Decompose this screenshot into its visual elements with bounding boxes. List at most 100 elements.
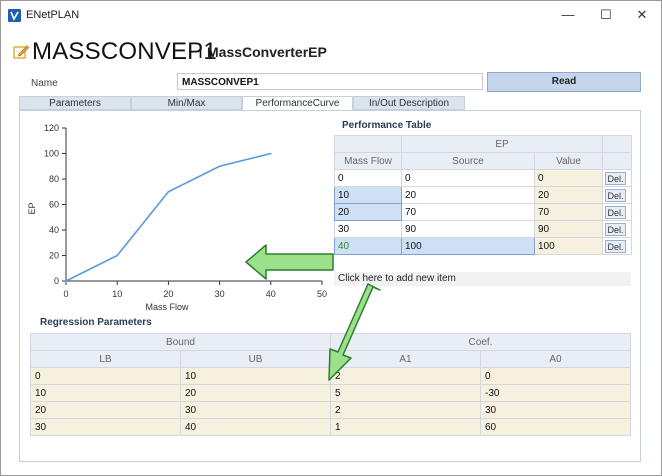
table-row: 40 100 100 Del. <box>334 237 632 255</box>
delete-row-button[interactable]: Del. <box>605 171 626 185</box>
x-tick-label: 0 <box>63 289 68 299</box>
table-row: 30 90 90 Del. <box>334 220 632 238</box>
x-tick-label: 10 <box>112 289 122 299</box>
column-header-ub[interactable]: UB <box>180 350 331 368</box>
value-cell: 0 <box>534 169 603 187</box>
corner-header <box>334 135 402 153</box>
bound-group-header: Bound <box>30 333 331 351</box>
regression-title: Regression Parameters <box>40 317 152 328</box>
x-tick-label: 40 <box>266 289 276 299</box>
mass-flow-cell[interactable]: 0 <box>334 169 402 187</box>
mass-flow-cell[interactable]: 30 <box>334 220 402 238</box>
value-cell: 90 <box>534 220 603 238</box>
lb-cell: 10 <box>30 384 181 402</box>
regression-table: Bound Coef. LB UB A1 A0 0 10 2 0 10 20 5… <box>30 333 631 436</box>
column-header-lb[interactable]: LB <box>30 350 181 368</box>
value-cell: 70 <box>534 203 603 221</box>
tab-performance-curve[interactable]: PerformanceCurve <box>242 96 353 110</box>
y-tick-label: 40 <box>49 225 59 235</box>
column-header-action <box>602 152 632 170</box>
a0-cell: -30 <box>480 384 631 402</box>
tab-parameters[interactable]: Parameters <box>19 96 131 110</box>
delete-row-button[interactable]: Del. <box>605 239 626 253</box>
delete-row-button[interactable]: Del. <box>605 222 626 236</box>
tab-in-out-description[interactable]: In/Out Description <box>353 96 465 110</box>
table-row: 10 20 5 -30 <box>30 384 631 402</box>
page-subtitle: MassConverterEP <box>207 44 327 60</box>
column-header-source[interactable]: Source <box>401 152 535 170</box>
mass-flow-cell[interactable]: 40 <box>334 237 402 255</box>
y-tick-label: 80 <box>49 174 59 184</box>
table-row: 0 10 2 0 <box>30 367 631 385</box>
coef-group-header: Coef. <box>330 333 631 351</box>
ub-cell: 30 <box>180 401 331 419</box>
y-axis-label: EP <box>27 202 37 214</box>
table-row: 10 20 20 Del. <box>334 186 632 204</box>
a0-cell: 60 <box>480 418 631 436</box>
mass-flow-cell[interactable]: 20 <box>334 203 402 221</box>
x-tick-label: 50 <box>317 289 327 299</box>
a0-cell: 30 <box>480 401 631 419</box>
ep-group-header: EP <box>401 135 603 153</box>
performance-table-title: Performance Table <box>342 120 432 131</box>
data-series-line <box>65 152 271 282</box>
minimize-button[interactable]: — <box>550 4 586 26</box>
a1-cell: 2 <box>330 367 481 385</box>
value-cell: 20 <box>534 186 603 204</box>
tab-min-max[interactable]: Min/Max <box>131 96 242 110</box>
source-cell[interactable]: 20 <box>401 186 535 204</box>
ub-cell: 40 <box>180 418 331 436</box>
close-button[interactable]: ✕ <box>624 4 660 26</box>
y-tick-label: 120 <box>44 123 59 133</box>
delete-row-button[interactable]: Del. <box>605 188 626 202</box>
source-cell[interactable]: 0 <box>401 169 535 187</box>
source-cell[interactable]: 90 <box>401 220 535 238</box>
column-header-a1[interactable]: A1 <box>330 350 481 368</box>
ub-cell: 10 <box>180 367 331 385</box>
app-icon <box>8 9 21 22</box>
a0-cell: 0 <box>480 367 631 385</box>
title-separator: I <box>198 42 204 62</box>
lb-cell: 30 <box>30 418 181 436</box>
table-row: 0 0 0 Del. <box>334 169 632 187</box>
add-new-item-row[interactable]: Click here to add new item <box>334 272 631 286</box>
source-cell[interactable]: 70 <box>401 203 535 221</box>
column-header-a0[interactable]: A0 <box>480 350 631 368</box>
name-label: Name <box>31 78 58 89</box>
column-header-value[interactable]: Value <box>534 152 603 170</box>
value-cell: 100 <box>534 237 603 255</box>
y-tick-label: 60 <box>49 200 59 210</box>
y-tick-label: 0 <box>54 276 59 286</box>
x-axis-label: Mass Flow <box>145 302 189 312</box>
a1-cell: 5 <box>330 384 481 402</box>
table-row: 20 30 2 30 <box>30 401 631 419</box>
column-header-mass-flow[interactable]: Mass Flow <box>334 152 402 170</box>
x-tick-label: 20 <box>163 289 173 299</box>
performance-curve-chart: 0 20 40 60 80 100 120 0 10 20 30 40 50 Mass Flow EP <box>27 123 327 312</box>
lb-cell: 20 <box>30 401 181 419</box>
name-field[interactable]: MASSCONVEP1 <box>177 73 483 90</box>
data-point <box>116 254 118 257</box>
y-tick-label: 100 <box>44 149 59 159</box>
delete-row-button[interactable]: Del. <box>605 205 626 219</box>
mass-flow-cell[interactable]: 10 <box>334 186 402 204</box>
data-point <box>65 280 67 282</box>
data-point <box>218 165 221 168</box>
x-tick-label: 30 <box>215 289 225 299</box>
action-header <box>602 135 632 153</box>
maximize-button[interactable]: ☐ <box>588 4 624 26</box>
read-button[interactable]: Read <box>487 72 641 92</box>
source-cell[interactable]: 100 <box>401 237 535 255</box>
data-point <box>270 152 272 155</box>
edit-icon <box>13 45 29 59</box>
a1-cell: 2 <box>330 401 481 419</box>
ub-cell: 20 <box>180 384 331 402</box>
table-row: 30 40 1 60 <box>30 418 631 436</box>
a1-cell: 1 <box>330 418 481 436</box>
y-tick-label: 20 <box>49 251 59 261</box>
page-title: MASSCONVEP1 <box>32 38 217 65</box>
performance-table: EP Mass Flow Source Value 0 0 0 Del. 10 … <box>334 135 632 255</box>
table-row: 20 70 70 Del. <box>334 203 632 221</box>
data-point <box>167 190 170 193</box>
lb-cell: 0 <box>30 367 181 385</box>
